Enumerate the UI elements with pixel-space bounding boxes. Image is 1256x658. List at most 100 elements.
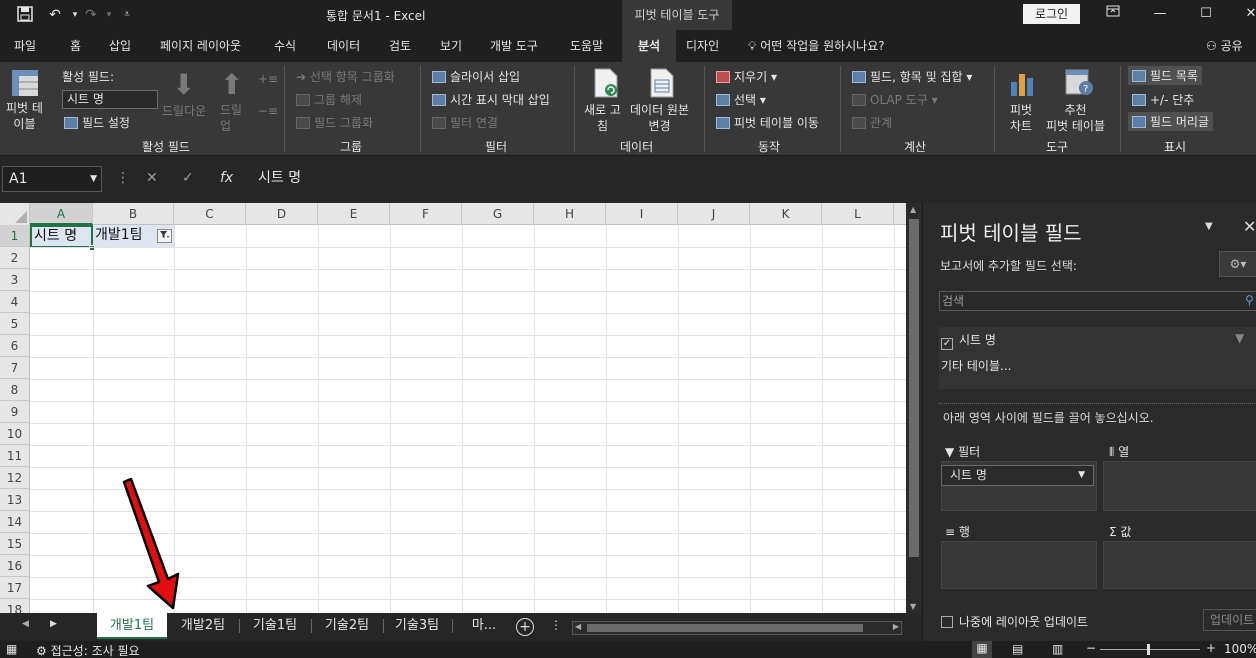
ungroup-button[interactable]: 그룹 해제	[296, 91, 362, 108]
column-header-a[interactable]: A	[30, 203, 93, 225]
enter-icon[interactable]: ✓	[182, 170, 194, 186]
horizontal-scroll-thumb[interactable]	[587, 624, 863, 632]
row-header-16[interactable]: 16	[0, 555, 30, 577]
maximize-icon[interactable]: ☐	[1195, 4, 1217, 24]
sheet-tab-more[interactable]: 마...	[460, 613, 508, 639]
columns-area-box[interactable]	[1103, 461, 1256, 511]
scroll-left-icon[interactable]: ◀	[575, 622, 581, 631]
row-header-2[interactable]: 2	[0, 247, 30, 269]
column-header-g[interactable]: G	[462, 203, 534, 225]
row-header-5[interactable]: 5	[0, 313, 30, 335]
select-button[interactable]: 선택 ▾	[716, 91, 766, 108]
row-header-17[interactable]: 17	[0, 577, 30, 599]
tab-view[interactable]: 보기	[434, 30, 468, 62]
buttons-toggle[interactable]: +/- 단추	[1132, 91, 1194, 108]
formula-input[interactable]: 시트 명	[248, 166, 1256, 192]
drilldown-button[interactable]: 드릴다운	[162, 102, 206, 119]
column-header-b[interactable]: B	[93, 203, 174, 225]
row-header-7[interactable]: 7	[0, 357, 30, 379]
prev-sheet-icon[interactable]: ◀	[22, 619, 29, 629]
drillup-button[interactable]: 드릴 업	[220, 102, 242, 134]
redo-dropdown-icon[interactable]: ▾	[100, 6, 118, 24]
close-pane-icon[interactable]: ✕	[1243, 217, 1256, 236]
change-source-button[interactable]: 데이터 원본 변경	[630, 102, 689, 134]
row-header-4[interactable]: 4	[0, 291, 30, 313]
column-header-e[interactable]: E	[318, 203, 390, 225]
rows-area-box[interactable]	[941, 541, 1097, 589]
minimize-icon[interactable]: —	[1149, 4, 1171, 24]
page-layout-view-icon[interactable]: ▤	[1012, 642, 1023, 656]
tab-file[interactable]: 파일	[8, 30, 42, 62]
tab-home[interactable]: 홈	[64, 30, 87, 62]
field-settings-button[interactable]: 필드 설정	[64, 114, 130, 131]
splitter[interactable]	[939, 403, 1256, 404]
page-break-view-icon[interactable]: ▥	[1052, 642, 1063, 656]
move-pivot-button[interactable]: 피벗 테이블 이동	[716, 114, 819, 131]
tab-insert[interactable]: 삽입	[103, 30, 137, 62]
zoom-level[interactable]: 100%	[1224, 642, 1256, 656]
olap-tools-button[interactable]: OLAP 도구 ▾	[852, 91, 938, 108]
values-area-box[interactable]	[1103, 541, 1256, 589]
tab-analyze[interactable]: 분석	[622, 30, 676, 62]
sheet-tab-tech2[interactable]: 기술2팀	[314, 613, 380, 639]
field-list-toggle[interactable]: 필드 목록	[1128, 66, 1202, 85]
refresh-button[interactable]: 새로 고 침	[584, 102, 621, 134]
chip-dropdown-icon[interactable]: ▼	[1078, 466, 1085, 485]
pane-options-icon[interactable]: ▼	[1205, 221, 1213, 232]
row-header-3[interactable]: 3	[0, 269, 30, 291]
column-header-l[interactable]: L	[822, 203, 894, 225]
tab-review[interactable]: 검토	[383, 30, 417, 62]
update-button[interactable]: 업데이트	[1203, 609, 1256, 631]
more-options-icon[interactable]: ⋮	[550, 618, 562, 632]
checkbox-checked-icon[interactable]: ✓	[941, 338, 953, 350]
fill-handle[interactable]	[89, 245, 95, 251]
column-header-h[interactable]: H	[534, 203, 606, 225]
save-icon[interactable]	[16, 6, 34, 24]
normal-view-icon[interactable]: ▦	[972, 641, 992, 658]
sheet-tab-tech1[interactable]: 기술1팀	[242, 613, 308, 639]
column-header-j[interactable]: J	[678, 203, 750, 225]
row-header-8[interactable]: 8	[0, 379, 30, 401]
row-header-10[interactable]: 10	[0, 423, 30, 445]
checkbox-unchecked-icon[interactable]	[941, 616, 953, 628]
group-selection-button[interactable]: ➔ 선택 항목 그룹화	[296, 68, 395, 85]
field-filter-icon[interactable]: ▼	[1235, 331, 1244, 345]
column-header-d[interactable]: D	[246, 203, 318, 225]
next-sheet-icon[interactable]: ▶	[50, 619, 57, 629]
field-search-input[interactable]: 검색	[939, 291, 1256, 311]
row-header-1[interactable]: 1	[0, 225, 30, 247]
customize-qat-icon[interactable]: ⩡	[118, 6, 136, 24]
expand-field-icon[interactable]: +≡	[258, 72, 278, 86]
column-header-c[interactable]: C	[174, 203, 246, 225]
more-options-icon[interactable]: ⋮	[116, 170, 130, 186]
zoom-in-icon[interactable]: +	[1206, 641, 1216, 655]
column-header-f[interactable]: F	[390, 203, 462, 225]
filter-connections-button[interactable]: 필터 연결	[432, 114, 498, 131]
row-header-11[interactable]: 11	[0, 445, 30, 467]
fields-items-sets-button[interactable]: 필드, 항목 및 집합 ▾	[852, 68, 972, 85]
cell-b1[interactable]: 개발1팀	[93, 225, 174, 248]
vertical-scroll-thumb[interactable]	[909, 219, 919, 557]
sheet-tab-dev2[interactable]: 개발2팀	[170, 613, 236, 639]
sheet-tab-dev1[interactable]: 개발1팀	[97, 613, 167, 639]
row-header-9[interactable]: 9	[0, 401, 30, 423]
row-header-6[interactable]: 6	[0, 335, 30, 357]
row-header-13[interactable]: 13	[0, 489, 30, 511]
pivot-chart-button[interactable]: 피벗 차트	[1010, 102, 1032, 134]
active-field-input[interactable]: 시트 명	[62, 90, 158, 109]
redo-icon[interactable]: ↷	[82, 6, 100, 24]
scroll-up-icon[interactable]: ▲	[910, 205, 916, 214]
tab-page-layout[interactable]: 페이지 레이아웃	[154, 30, 247, 62]
column-header-i[interactable]: I	[606, 203, 678, 225]
more-tables-link[interactable]: 기타 테이블...	[941, 357, 1011, 374]
horizontal-scrollbar[interactable]: ◀ ▶	[572, 621, 902, 635]
vertical-scrollbar[interactable]: ▲ ▼	[906, 203, 922, 613]
tab-help[interactable]: 도움말	[564, 30, 609, 62]
filter-field-chip[interactable]: 시트 명 ▼	[941, 465, 1094, 486]
defer-update-checkbox[interactable]: 나중에 레이아웃 업데이트	[941, 613, 1088, 630]
add-sheet-icon[interactable]: +	[516, 618, 534, 636]
insert-function-icon[interactable]: fx	[220, 170, 233, 186]
tab-formulas[interactable]: 수식	[268, 30, 302, 62]
insert-timeline-button[interactable]: 시간 표시 막대 삽입	[432, 91, 550, 108]
filter-dropdown-icon[interactable]	[157, 229, 172, 243]
